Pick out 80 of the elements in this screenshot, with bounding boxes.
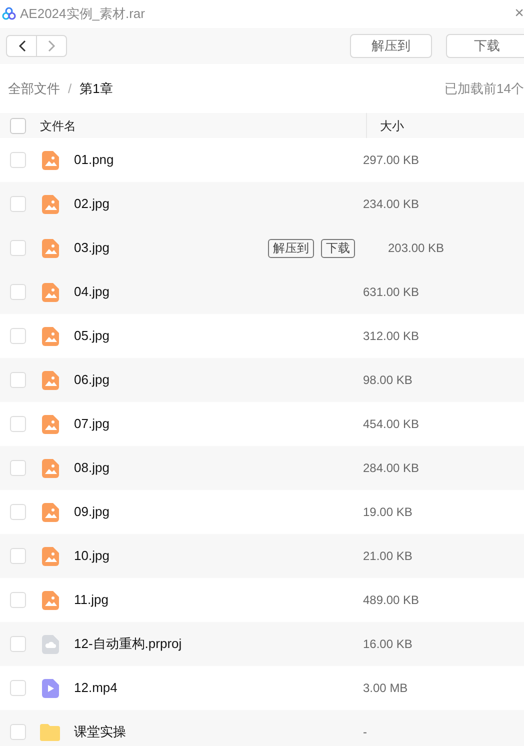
row-checkbox[interactable]	[10, 416, 26, 432]
file-size: -	[363, 724, 367, 741]
file-size: 312.00 KB	[363, 328, 420, 345]
image-file-icon	[42, 590, 58, 610]
file-size: 454.00 KB	[363, 416, 420, 433]
file-size: 21.00 KB	[363, 548, 412, 565]
column-header[interactable]: 大小	[380, 116, 404, 134]
file-name: 04.jpg	[74, 283, 110, 302]
file-row[interactable]: 08.jpg 284.00 KB	[0, 446, 524, 490]
file-row[interactable]: 课堂实操 -	[0, 710, 524, 746]
row-checkbox[interactable]	[10, 548, 26, 564]
file-row[interactable]: 10.jpg 21.00 KB	[0, 534, 524, 578]
row-action-button[interactable]: 解压到	[268, 238, 314, 258]
file-name: 06.jpg	[74, 371, 110, 390]
file-size: 631.00 KB	[363, 284, 420, 301]
image-file-icon	[42, 502, 58, 522]
file-size: 489.00 KB	[363, 592, 420, 609]
file-size: 203.00 KB	[388, 240, 444, 257]
row-checkbox[interactable]	[10, 152, 26, 168]
row-checkbox[interactable]	[10, 328, 26, 344]
back-icon	[18, 40, 26, 52]
image-file-icon	[42, 282, 58, 302]
app-logo-icon	[2, 7, 16, 21]
file-size: 16.00 KB	[363, 636, 412, 653]
file-row[interactable]: 03.jpg 解压到 下载 203.00 KB	[0, 226, 524, 270]
file-size: 3.00 MB	[363, 680, 408, 697]
image-file-icon	[42, 150, 58, 170]
file-name: 10.jpg	[74, 547, 110, 566]
image-file-icon	[42, 370, 58, 390]
close-button[interactable]: ×	[514, 6, 524, 22]
file-name: 08.jpg	[74, 459, 110, 478]
cloud-file-icon	[42, 634, 58, 654]
toolbar-button[interactable]: 解压到	[350, 34, 432, 58]
row-checkbox[interactable]	[10, 240, 26, 256]
row-checkbox[interactable]	[10, 724, 26, 740]
image-file-icon	[42, 414, 58, 434]
breadcrumb-item: 第1章	[80, 80, 113, 98]
forward-icon	[48, 40, 56, 52]
image-file-icon	[42, 326, 58, 346]
row-checkbox[interactable]	[10, 504, 26, 520]
file-size: 297.00 KB	[363, 152, 420, 169]
row-checkbox[interactable]	[10, 680, 26, 696]
file-name: 01.png	[74, 151, 115, 170]
image-file-icon	[42, 194, 58, 214]
breadcrumb-item[interactable]: 全部文件	[8, 78, 60, 98]
file-row[interactable]: 06.jpg 98.00 KB	[0, 358, 524, 402]
row-action-button[interactable]: 下载	[321, 238, 355, 258]
image-file-icon	[42, 546, 58, 566]
window-title: AE2024实例_素材.rar	[20, 5, 146, 24]
file-row[interactable]: 12-自动重构.prproj 16.00 KB	[0, 622, 524, 666]
file-name: 05.jpg	[74, 327, 110, 346]
file-size: 98.00 KB	[363, 372, 412, 389]
breadcrumb-separator: /	[68, 80, 72, 98]
file-name: 11.jpg	[74, 591, 110, 610]
file-row[interactable]: 04.jpg 631.00 KB	[0, 270, 524, 314]
file-size: 19.00 KB	[363, 504, 412, 521]
row-checkbox[interactable]	[10, 592, 26, 608]
file-name: 03.jpg	[74, 239, 110, 258]
image-file-icon	[42, 458, 58, 478]
row-checkbox[interactable]	[10, 372, 26, 388]
file-name: 02.jpg	[74, 195, 110, 214]
row-checkbox[interactable]	[10, 284, 26, 300]
toolbar-button[interactable]: 下载	[446, 34, 524, 58]
file-name: 12.mp4	[74, 679, 118, 698]
image-file-icon	[42, 238, 58, 258]
loaded-status: 已加载前14个	[444, 80, 524, 98]
row-checkbox[interactable]	[10, 636, 26, 652]
file-name: 12-自动重构.prproj	[74, 635, 183, 654]
row-checkbox[interactable]	[10, 196, 26, 212]
column-header[interactable]: 文件名	[40, 116, 76, 134]
file-name: 课堂实操	[74, 723, 127, 742]
file-name: 07.jpg	[74, 415, 110, 434]
video-file-icon	[42, 678, 58, 698]
folder-icon	[40, 724, 60, 740]
file-size: 284.00 KB	[363, 460, 420, 477]
file-size: 234.00 KB	[363, 196, 420, 213]
file-name: 09.jpg	[74, 503, 110, 522]
select-all-checkbox[interactable]	[10, 118, 26, 134]
row-checkbox[interactable]	[10, 460, 26, 476]
file-row[interactable]: 02.jpg 234.00 KB	[0, 182, 524, 226]
